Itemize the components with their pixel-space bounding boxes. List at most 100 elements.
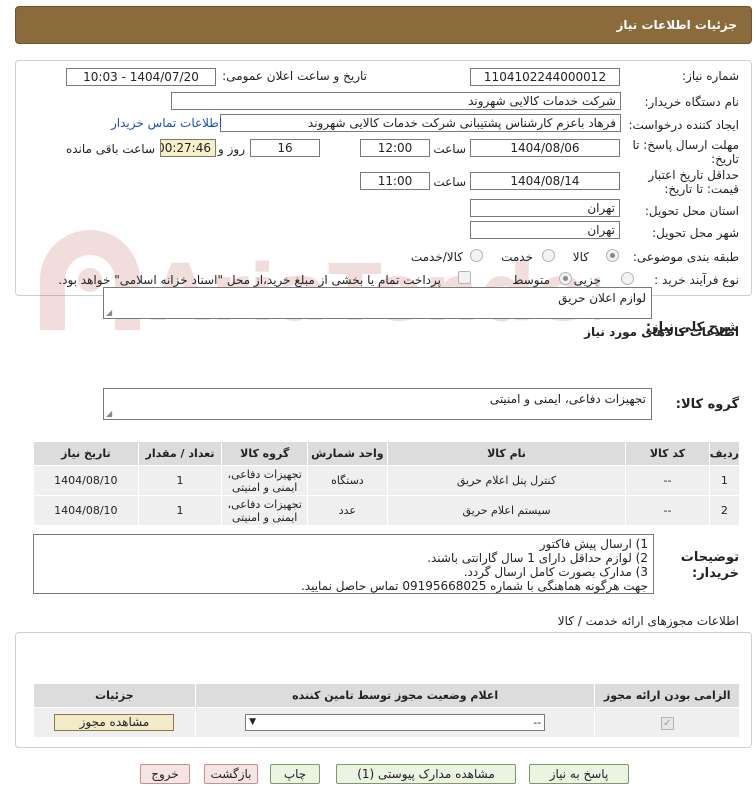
announce-date-field: 1404/07/20 - 10:03 [66,68,216,86]
row-index: 2 [708,495,741,526]
validity-time-field: 11:00 [360,172,430,190]
col-qty: تعداد / مقدار [137,441,223,466]
validity-label-2: قیمت: تا تاریخ: [664,182,739,196]
row-name: سیستم اعلام حریق [386,495,627,526]
permit-status-select[interactable]: -- ▼ [245,714,546,731]
category-radio-service[interactable] [542,249,555,262]
table-row: 2 -- سیستم اعلام حریق عدد تجهیزات دفاعی،… [33,495,741,526]
print-button[interactable]: چاپ [270,764,320,784]
process-radio-medium[interactable] [559,272,572,285]
treasury-payment-note: پرداخت تمام یا بخشی از مبلغ خرید،از محل … [58,273,441,287]
row-index: 1 [708,465,741,496]
need-number-field: 1104102244000012 [470,68,620,86]
checkmark-icon: ✓ [660,716,674,730]
col-unit: واحد شمارش [307,441,388,466]
exit-button[interactable]: خروج [140,764,190,784]
province-field: تهران [470,199,620,217]
buyer-notes-label: توضیحات [680,550,739,565]
page-title: جزئیات اطلاعات نیاز [616,18,737,32]
resize-grip-icon: ◢ [106,409,113,418]
goods-table-header: ردیف کد کالا نام کالا واحد شمارش گروه کا… [33,441,741,466]
category-option-both: کالا/خدمت [410,250,463,264]
row-code: -- [625,495,710,526]
remaining-time-label: ساعت باقی مانده [65,142,155,156]
remaining-time-field: 00:27:46 [160,139,216,157]
process-option-medium: متوسط [512,273,550,287]
reply-deadline-label: مهلت ارسال پاسخ: تا [632,138,739,152]
validity-date-field: 1404/08/14 [470,172,620,190]
col-permit-status: اعلام وضعیت مجوز توسط تامین کننده [194,683,596,708]
buyer-org-label: نام دستگاه خریدار: [644,95,740,109]
row-qty: 1 [137,495,223,526]
row-unit: دستگاه [307,465,388,496]
row-date: 1404/08/10 [33,465,139,496]
goods-group-text: تجهیزات دفاعی، ایمنی و امنیتی [489,392,646,406]
city-label: شهر محل تحویل: [652,226,739,240]
goods-section-title: اطلاعات کالاهای مورد نیاز [584,325,739,339]
reply-time-label: ساعت [433,142,466,156]
note-line-4: جهت هرگونه هماهنگی با شماره 09195668025 … [300,579,648,593]
treasury-payment-checkbox[interactable] [458,271,471,284]
col-name: نام کالا [386,441,627,466]
permits-section-title: اطلاعات مجوزهای ارائه خدمت / کالا [557,614,739,628]
permit-details-cell: مشاهده مجوز [33,707,196,738]
days-field: 16 [250,139,320,157]
category-radio-goods[interactable] [606,249,619,262]
row-group: تجهیزات دفاعی، ایمنی و امنیتی [221,495,309,526]
category-option-goods: کالا [572,250,589,264]
note-line-2: 2) لوازم حداقل دارای 1 سال گارانتی باشند… [427,551,648,565]
need-number-label: شماره نیاز: [682,69,739,83]
announce-date-label: تاریخ و ساعت اعلان عمومی: [222,69,367,83]
col-permit-required: الزامی بودن ارائه مجوز [594,683,740,708]
col-permit-details: جزئیات [33,683,196,708]
row-qty: 1 [137,465,223,496]
creator-label: ایجاد کننده درخواست: [628,118,739,132]
permits-table-header: الزامی بودن ارائه مجوز اعلام وضعیت مجوز … [33,683,740,708]
province-label: استان محل تحویل: [644,204,739,218]
buyer-notes-label-2: خریدار: [692,566,739,581]
permit-status-cell: -- ▼ [194,707,596,738]
col-group: گروه کالا [221,441,309,466]
goods-group-textarea: تجهیزات دفاعی، ایمنی و امنیتی ◢ [103,388,652,420]
summary-text: لوازم اعلان حریق [558,291,646,305]
buyer-org-field: شرکت خدمات کالایی شهروند [171,92,621,110]
row-code: -- [625,465,710,496]
days-label: روز و [218,142,245,156]
category-option-service: خدمت [501,250,533,264]
buyer-contact-link[interactable]: اطلاعات تماس خریدار [111,116,222,130]
goods-group-label: گروه کالا: [675,397,739,412]
process-type-label: نوع فرآیند خرید : [654,273,739,287]
goods-table: ردیف کد کالا نام کالا واحد شمارش گروه کا… [33,441,741,526]
table-row: 1 -- کنترل پنل اعلام حریق دستگاه تجهیزات… [33,465,741,496]
view-attachments-button[interactable]: مشاهده مدارک پیوستی (1) [336,764,516,784]
table-row: ✓ -- ▼ مشاهده مجوز [33,707,740,738]
note-line-1: 1) ارسال پیش فاکتور [539,537,648,551]
resize-grip-icon: ◢ [106,308,113,317]
buyer-notes-textarea: 1) ارسال پیش فاکتور 2) لوازم حداقل دارای… [33,534,654,594]
page-header: جزئیات اطلاعات نیاز [15,6,752,44]
note-line-3: 3) مدارک بصورت کامل ارسال گردد. [463,565,648,579]
process-radio-minor[interactable] [621,272,634,285]
summary-textarea: لوازم اعلان حریق ◢ [103,287,652,319]
process-option-minor: جزیی [573,273,601,287]
permits-table: الزامی بودن ارائه مجوز اعلام وضعیت مجوز … [33,683,740,738]
creator-field: فرهاد باعزم کارشناس پشتیبانی شرکت خدمات … [220,114,621,132]
back-button[interactable]: بازگشت [204,764,258,784]
row-date: 1404/08/10 [33,495,139,526]
validity-time-label: ساعت [433,175,466,189]
chevron-down-icon: ▼ [249,717,257,727]
col-code: کد کالا [625,441,710,466]
category-radio-both[interactable] [470,249,483,262]
category-label: طبقه بندی موضوعی: [632,250,739,264]
reply-date-field: 1404/08/06 [470,139,620,157]
reply-to-need-button[interactable]: پاسخ به نیاز [529,764,629,784]
row-unit: عدد [307,495,388,526]
col-index: ردیف [708,441,741,466]
permit-required-cell: ✓ [594,707,740,738]
permit-status-value: -- [533,716,542,729]
view-permit-button[interactable]: مشاهده مجوز [54,714,175,731]
col-date: تاریخ نیاز [33,441,139,466]
validity-label: حداقل تاریخ اعتبار [648,168,739,182]
row-group: تجهیزات دفاعی، ایمنی و امنیتی [221,465,309,496]
reply-deadline-label-2: تاریخ: [711,152,739,166]
